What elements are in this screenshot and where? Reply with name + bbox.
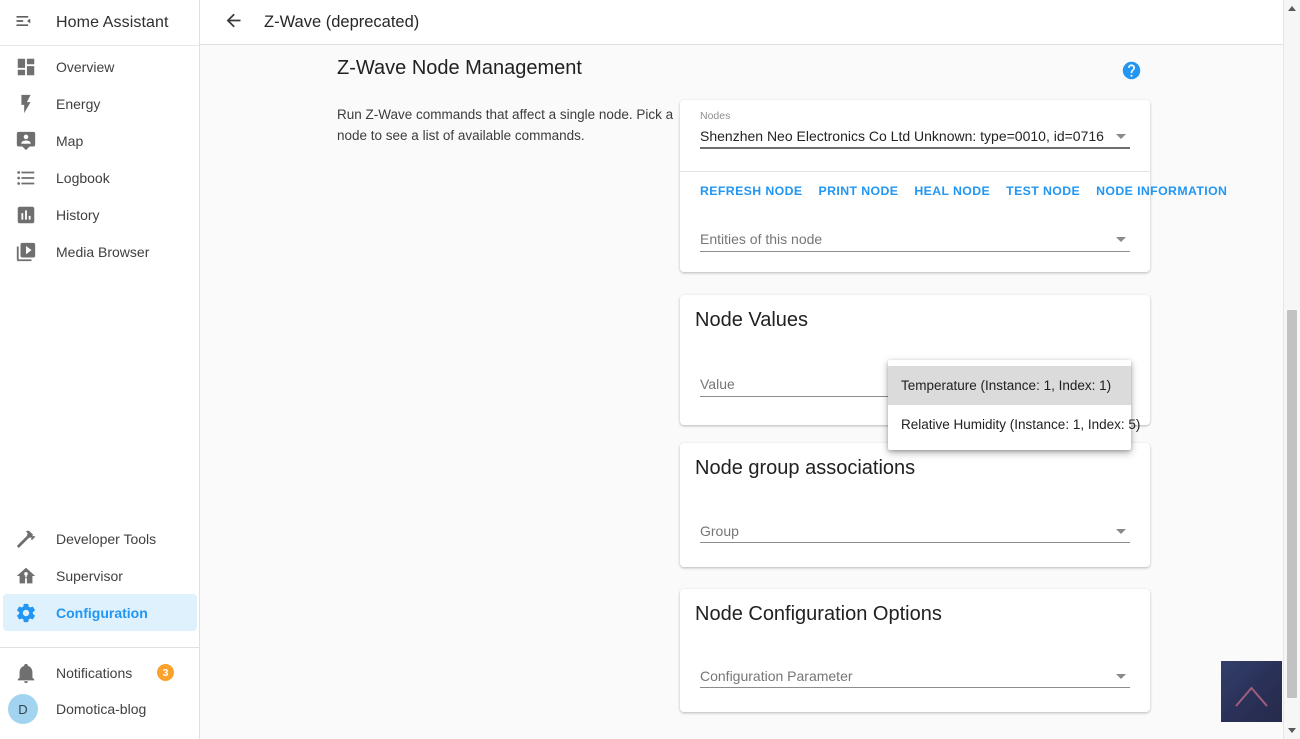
card-title: Node Values — [695, 309, 808, 332]
help-circle-icon — [1121, 69, 1142, 84]
sidebar-item-label: Logbook — [56, 170, 110, 186]
scrollbar[interactable] — [1283, 0, 1300, 739]
topbar: Z-Wave (deprecated) — [200, 0, 1283, 45]
node-actions: REFRESH NODE PRINT NODE HEAL NODE TEST N… — [692, 178, 1235, 204]
play-box-icon — [15, 241, 37, 263]
sidebar-item-label: Supervisor — [56, 568, 123, 584]
profile-name: Domotica-blog — [56, 701, 146, 717]
arrow-left-icon — [223, 19, 244, 34]
sidebar-item-label: Overview — [56, 59, 114, 75]
scrollbar-up-arrow-icon[interactable] — [1288, 6, 1296, 11]
value-dropdown-menu: Temperature (Instance: 1, Index: 1) Rela… — [888, 360, 1131, 450]
sidebar-menu-top: Overview Energy Map Logbook History Medi… — [0, 48, 200, 270]
chart-box-icon — [15, 204, 37, 226]
config-select-underline — [700, 687, 1130, 688]
node-configuration-options-card: Node Configuration Options Configuration… — [680, 589, 1150, 712]
sidebar-item-profile[interactable]: D Domotica-blog — [0, 691, 200, 727]
sidebar-item-label: Map — [56, 133, 83, 149]
dropdown-option-temperature[interactable]: Temperature (Instance: 1, Index: 1) — [888, 366, 1131, 405]
tooltip-account-icon — [15, 130, 37, 152]
node-group-associations-card: Node group associations Group — [680, 443, 1150, 567]
chevron-up-icon — [1221, 661, 1282, 722]
nodes-card: Nodes Shenzhen Neo Electronics Co Ltd Un… — [680, 100, 1150, 272]
card-divider — [680, 171, 1150, 172]
sidebar-toggle-button[interactable] — [12, 11, 36, 35]
scrollbar-thumb[interactable] — [1287, 310, 1297, 698]
sidebar-item-energy[interactable]: Energy — [0, 85, 200, 122]
main-content: Z-Wave Node Management Run Z-Wave comman… — [200, 45, 1283, 739]
heal-node-button[interactable]: HEAL NODE — [906, 178, 998, 204]
scrollbar-down-arrow-icon[interactable] — [1288, 728, 1296, 733]
sidebar-item-map[interactable]: Map — [0, 122, 200, 159]
print-node-button[interactable]: PRINT NODE — [811, 178, 907, 204]
sidebar-footer: Notifications 3 D Domotica-blog — [0, 654, 200, 727]
card-title: Node Configuration Options — [695, 603, 942, 626]
gear-icon — [15, 602, 37, 624]
sidebar: Home Assistant Overview Energy Map Logbo… — [0, 0, 200, 739]
group-select-underline — [700, 542, 1130, 543]
sidebar-item-notifications[interactable]: Notifications 3 — [0, 654, 200, 691]
avatar: D — [8, 694, 38, 724]
chevron-down-icon[interactable] — [1116, 674, 1126, 679]
sidebar-item-media-browser[interactable]: Media Browser — [0, 233, 200, 270]
sidebar-item-developer-tools[interactable]: Developer Tools — [0, 520, 200, 557]
sidebar-item-label: History — [56, 207, 100, 223]
sidebar-item-configuration[interactable]: Configuration — [3, 594, 197, 631]
sidebar-item-label: Energy — [56, 96, 100, 112]
menu-collapse-icon — [14, 11, 34, 34]
notifications-badge: 3 — [157, 664, 174, 681]
bell-icon — [15, 662, 37, 684]
refresh-node-button[interactable]: REFRESH NODE — [692, 178, 811, 204]
sidebar-header: Home Assistant — [0, 0, 199, 46]
page-title: Z-Wave Node Management — [337, 57, 582, 80]
hammer-icon — [15, 528, 37, 550]
nodes-select-underline — [700, 147, 1130, 149]
help-button[interactable] — [1121, 60, 1142, 81]
home-assistant-icon — [15, 565, 37, 587]
entities-select-underline — [700, 251, 1130, 252]
dropdown-option-relative-humidity[interactable]: Relative Humidity (Instance: 1, Index: 5… — [888, 405, 1131, 444]
chevron-down-icon[interactable] — [1116, 529, 1126, 534]
sidebar-divider — [0, 647, 199, 648]
sidebar-item-history[interactable]: History — [0, 196, 200, 233]
configuration-parameter-select[interactable]: Configuration Parameter — [700, 668, 1106, 684]
back-button[interactable] — [221, 10, 245, 34]
group-select[interactable]: Group — [700, 523, 1106, 539]
sidebar-item-logbook[interactable]: Logbook — [0, 159, 200, 196]
page-breadcrumb-title: Z-Wave (deprecated) — [264, 13, 419, 32]
nodes-select-label: Nodes — [700, 110, 730, 122]
node-information-button[interactable]: NODE INFORMATION — [1088, 178, 1235, 204]
view-dashboard-icon — [15, 56, 37, 78]
sidebar-item-supervisor[interactable]: Supervisor — [0, 557, 200, 594]
sidebar-item-overview[interactable]: Overview — [0, 48, 200, 85]
test-node-button[interactable]: TEST NODE — [998, 178, 1088, 204]
card-title: Node group associations — [695, 457, 915, 480]
sidebar-item-label: Media Browser — [56, 244, 149, 260]
sidebar-menu-bottom: Developer Tools Supervisor Configuration — [0, 520, 200, 631]
nodes-select[interactable]: Shenzhen Neo Electronics Co Ltd Unknown:… — [700, 128, 1106, 144]
lightning-bolt-icon — [15, 93, 37, 115]
sidebar-item-label: Configuration — [56, 605, 148, 621]
chevron-down-icon[interactable] — [1116, 134, 1126, 139]
entities-select[interactable]: Entities of this node — [700, 231, 1106, 247]
sidebar-item-label: Notifications — [56, 665, 132, 681]
scroll-to-top-button[interactable] — [1221, 661, 1282, 722]
app-title: Home Assistant — [56, 14, 169, 32]
app-window: Home Assistant Overview Energy Map Logbo… — [0, 0, 1300, 739]
list-bulleted-icon — [15, 167, 37, 189]
sidebar-item-label: Developer Tools — [56, 531, 156, 547]
chevron-down-icon[interactable] — [1116, 237, 1126, 242]
section-intro-text: Run Z-Wave commands that affect a single… — [337, 104, 685, 146]
